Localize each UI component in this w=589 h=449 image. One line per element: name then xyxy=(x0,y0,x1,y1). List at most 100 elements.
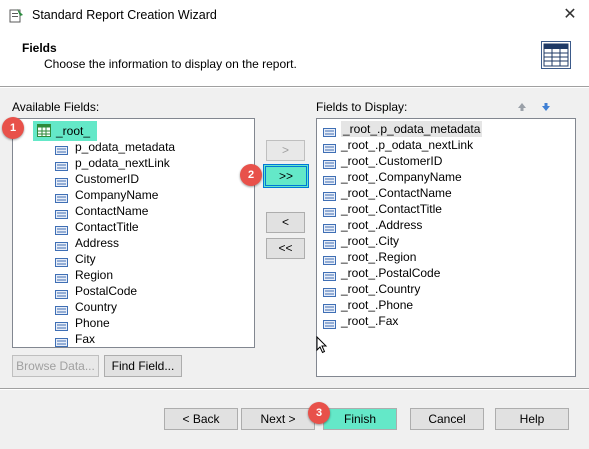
list-item[interactable]: _root_.ContactName xyxy=(317,185,552,201)
fields-to-display-list[interactable]: _root_.p_odata_metadata _root_.p_odata_ne… xyxy=(316,118,576,377)
field-icon xyxy=(323,301,336,313)
step-badge-1: 1 xyxy=(2,117,24,139)
field-icon xyxy=(55,159,68,171)
window-title: Standard Report Creation Wizard xyxy=(32,8,217,22)
tree-root-label: _root_ xyxy=(56,124,91,138)
next-button[interactable]: Next > xyxy=(241,408,315,430)
list-item[interactable]: _root_.City xyxy=(317,233,552,249)
field-icon xyxy=(323,269,336,281)
page-subtitle: Choose the information to display on the… xyxy=(44,57,297,71)
wizard-body: Available Fields: Fields to Display: _ro… xyxy=(0,88,589,449)
field-icon xyxy=(55,271,68,283)
list-item[interactable]: ContactName xyxy=(13,203,248,219)
add-all-fields-button[interactable]: >> xyxy=(263,164,309,188)
list-item-label: City xyxy=(75,252,96,266)
field-icon xyxy=(55,223,68,235)
list-item-label: Phone xyxy=(75,316,110,330)
tree-root-item[interactable]: _root_ xyxy=(33,121,97,141)
list-item-label: _root_.ContactTitle xyxy=(341,202,442,216)
cancel-button[interactable]: Cancel xyxy=(410,408,484,430)
add-all-fields-label: >> xyxy=(265,166,307,186)
table-icon xyxy=(541,41,571,69)
list-item[interactable]: p_odata_nextLink xyxy=(13,155,248,171)
step-badge-3: 3 xyxy=(308,402,330,424)
list-item[interactable]: _root_.CompanyName xyxy=(317,169,552,185)
field-icon xyxy=(323,141,336,153)
list-item-label: CompanyName xyxy=(75,188,159,202)
wizard-header: Fields Choose the information to display… xyxy=(0,31,589,87)
list-item[interactable]: p_odata_metadata xyxy=(13,139,248,155)
add-field-button[interactable]: > xyxy=(266,140,305,161)
field-icon xyxy=(55,191,68,203)
help-button[interactable]: Help xyxy=(495,408,569,430)
field-icon xyxy=(323,237,336,249)
field-icon xyxy=(55,303,68,315)
find-field-button[interactable]: Find Field... xyxy=(104,355,182,377)
list-item-label: ContactTitle xyxy=(75,220,139,234)
list-item[interactable]: _root_.Address xyxy=(317,217,552,233)
list-item-label: CustomerID xyxy=(75,172,140,186)
list-item-label: _root_.PostalCode xyxy=(341,266,441,280)
list-item[interactable]: Phone xyxy=(13,315,248,331)
list-item[interactable]: _root_.p_odata_metadata xyxy=(317,121,552,137)
field-icon xyxy=(55,319,68,331)
field-icon xyxy=(323,205,336,217)
list-item[interactable]: _root_.PostalCode xyxy=(317,265,552,281)
list-item-label: _root_.CustomerID xyxy=(341,154,443,168)
list-item[interactable]: Country xyxy=(13,299,248,315)
table-grid-icon xyxy=(37,124,51,137)
back-button[interactable]: < Back xyxy=(164,408,238,430)
list-item[interactable]: _root_.Country xyxy=(317,281,552,297)
field-icon xyxy=(323,317,336,329)
field-icon xyxy=(55,143,68,155)
list-item[interactable]: ContactTitle xyxy=(13,219,248,235)
list-item-label: _root_.CompanyName xyxy=(341,170,462,184)
title-bar: Standard Report Creation Wizard ✕ xyxy=(0,0,589,31)
step-badge-2: 2 xyxy=(240,164,262,186)
list-item-label: _root_.Region xyxy=(341,250,417,264)
list-item[interactable]: CustomerID xyxy=(13,171,248,187)
list-item[interactable]: Fax xyxy=(13,331,248,347)
field-icon xyxy=(323,157,336,169)
remove-all-fields-button[interactable]: << xyxy=(266,238,305,259)
list-item-label: PostalCode xyxy=(75,284,138,298)
list-item[interactable]: City xyxy=(13,251,248,267)
field-icon xyxy=(55,287,68,299)
list-item[interactable]: Address xyxy=(13,235,248,251)
finish-button[interactable]: Finish xyxy=(323,408,397,430)
list-item-label: _root_.ContactName xyxy=(341,186,452,200)
field-icon xyxy=(55,239,68,251)
close-button[interactable]: ✕ xyxy=(558,4,582,26)
footer-divider-highlight xyxy=(0,389,589,390)
list-item[interactable]: CompanyName xyxy=(13,187,248,203)
list-item[interactable]: Region xyxy=(13,267,248,283)
field-icon xyxy=(323,173,336,185)
list-item[interactable]: _root_.Region xyxy=(317,249,552,265)
move-down-icon[interactable] xyxy=(540,101,552,113)
list-item-label: _root_.Country xyxy=(341,282,421,296)
list-item[interactable]: _root_.CustomerID xyxy=(317,153,552,169)
move-up-icon[interactable] xyxy=(516,101,528,113)
available-fields-list[interactable]: _root_ p_odata_metadata p_odata_nextLink C… xyxy=(12,118,255,348)
list-item-label: _root_.Address xyxy=(341,218,423,232)
field-icon xyxy=(323,189,336,201)
mouse-cursor-icon xyxy=(316,336,328,354)
list-item-label: ContactName xyxy=(75,204,149,218)
list-item-label: _root_.City xyxy=(341,234,400,248)
list-item[interactable]: PostalCode xyxy=(13,283,248,299)
field-icon xyxy=(323,221,336,233)
app-icon xyxy=(9,9,23,23)
field-icon xyxy=(55,175,68,187)
list-item[interactable]: _root_.Phone xyxy=(317,297,552,313)
list-item[interactable]: _root_.p_odata_nextLink xyxy=(317,137,552,153)
page-title: Fields xyxy=(22,41,57,55)
list-item-label: _root_.p_odata_metadata xyxy=(341,121,483,137)
remove-field-button[interactable]: < xyxy=(266,212,305,233)
list-item[interactable]: _root_.ContactTitle xyxy=(317,201,552,217)
available-fields-label: Available Fields: xyxy=(12,100,100,114)
field-icon xyxy=(323,253,336,265)
list-item[interactable]: _root_.Fax xyxy=(317,313,552,329)
field-icon xyxy=(55,207,68,219)
browse-data-button[interactable]: Browse Data... xyxy=(12,355,99,377)
list-item-label: Address xyxy=(75,236,120,250)
